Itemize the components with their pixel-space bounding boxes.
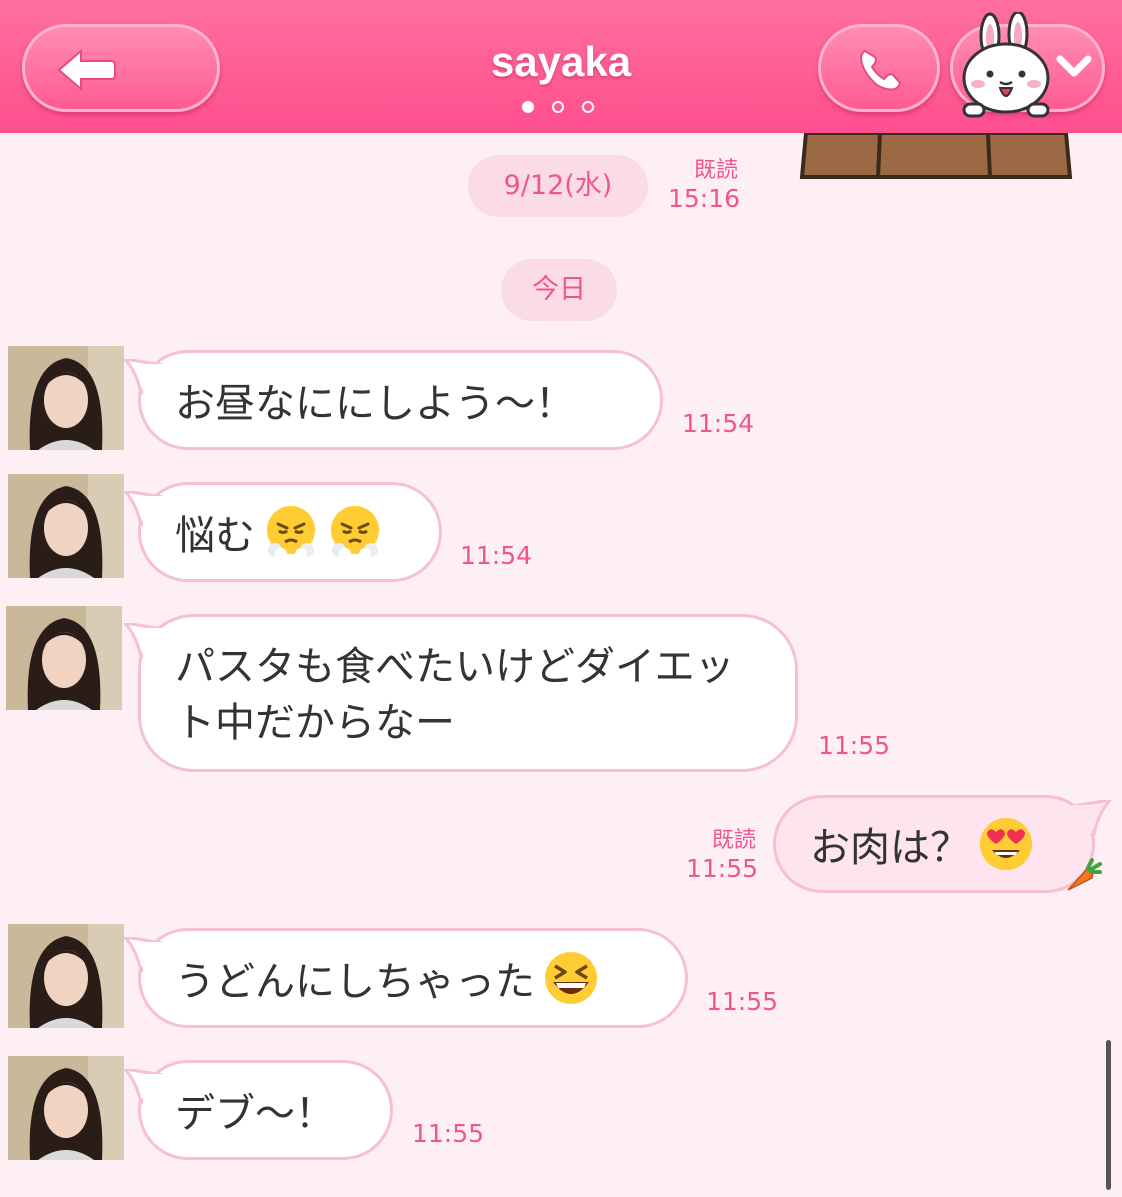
message-time: 11:54 bbox=[460, 541, 533, 570]
face-with-steam-icon bbox=[327, 504, 383, 560]
message-text: パスタも食べたいけどダイエット中だからなー bbox=[175, 644, 735, 746]
bubble-tail bbox=[123, 937, 163, 973]
page-indicator bbox=[522, 101, 594, 113]
bubble-tail bbox=[1072, 800, 1112, 836]
chat-header: sayaka bbox=[0, 0, 1122, 133]
avatar[interactable] bbox=[6, 606, 122, 710]
page-dot-2 bbox=[552, 101, 564, 113]
message-time: 11:55 bbox=[818, 731, 891, 760]
message-bubble[interactable]: お昼なににしよう〜！ bbox=[123, 350, 663, 450]
message-time: 11:55 bbox=[412, 1119, 485, 1148]
call-button[interactable] bbox=[818, 24, 940, 112]
date-pill: 9/12(水) bbox=[468, 155, 648, 217]
bubble-tail bbox=[123, 359, 163, 395]
message-bubble[interactable]: デブ〜！ bbox=[123, 1060, 393, 1160]
scrollbar[interactable] bbox=[1106, 1040, 1111, 1190]
message-time: 15:16 bbox=[668, 184, 741, 213]
message-time: 11:55 bbox=[686, 854, 759, 883]
bubble-tail bbox=[123, 491, 163, 527]
message-text: デブ〜！ bbox=[175, 1091, 335, 1137]
message-time: 11:54 bbox=[682, 409, 755, 438]
avatar[interactable] bbox=[8, 346, 124, 450]
grinning-squinting-face-icon bbox=[543, 950, 599, 1006]
carrot-icon bbox=[1064, 858, 1102, 898]
message-text: お昼なににしよう〜！ bbox=[175, 381, 575, 427]
read-receipt: 既読 bbox=[711, 828, 756, 853]
back-arrow-icon bbox=[55, 47, 117, 97]
message-time: 11:55 bbox=[706, 987, 779, 1016]
message-bubble[interactable]: うどんにしちゃった bbox=[123, 928, 688, 1028]
phone-icon bbox=[857, 47, 905, 97]
heart-eyes-face-icon bbox=[978, 816, 1034, 872]
my-message-bubble[interactable]: お肉は？ bbox=[773, 795, 1112, 893]
bubble-tail bbox=[123, 1069, 163, 1105]
back-button[interactable] bbox=[22, 24, 220, 112]
message-bubble[interactable]: 悩む bbox=[123, 482, 442, 582]
avatar[interactable] bbox=[8, 1056, 124, 1160]
bubble-tail bbox=[123, 623, 163, 659]
message-text: 悩む bbox=[175, 513, 255, 559]
message-text: うどんにしちゃった bbox=[175, 959, 535, 1005]
avatar[interactable] bbox=[8, 474, 124, 578]
chat-title: sayaka bbox=[490, 38, 632, 85]
read-receipt: 既読 bbox=[693, 158, 738, 183]
avatar[interactable] bbox=[8, 924, 124, 1028]
today-pill: 今日 bbox=[501, 259, 617, 321]
bear-sticker[interactable] bbox=[798, 131, 1074, 185]
message-text: お肉は？ bbox=[810, 825, 970, 871]
bunny-mascot-icon bbox=[956, 10, 1056, 124]
page-dot-1 bbox=[522, 101, 534, 113]
message-bubble[interactable]: パスタも食べたいけどダイエット中だからなー bbox=[123, 614, 798, 772]
page-dot-3 bbox=[582, 101, 594, 113]
chevron-down-icon bbox=[1056, 51, 1092, 85]
face-with-steam-icon bbox=[263, 504, 319, 560]
